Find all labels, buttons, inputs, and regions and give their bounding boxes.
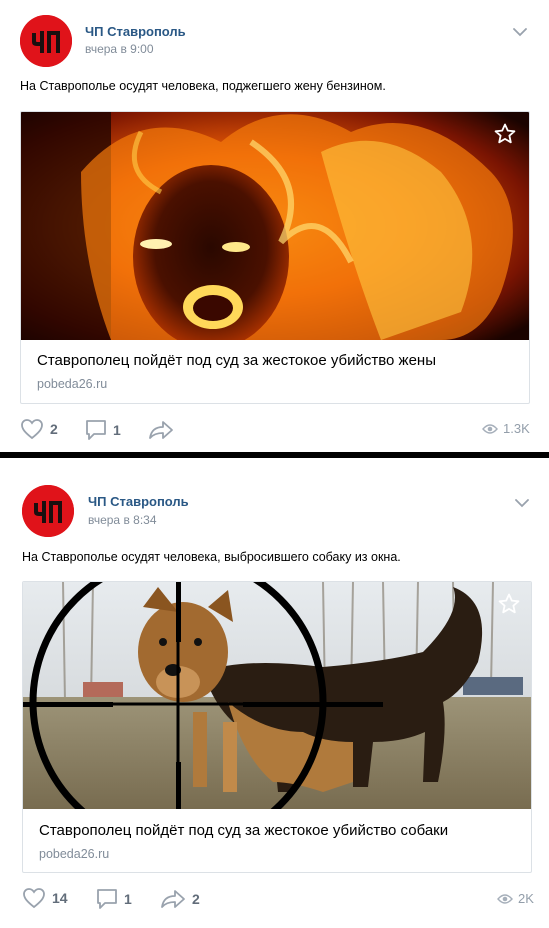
like-count: 14 <box>52 890 68 906</box>
post-author[interactable]: ЧП Ставрополь <box>85 24 186 39</box>
post-date[interactable]: вчера в 8:34 <box>88 513 157 527</box>
views-count: 2K <box>518 891 534 906</box>
link-snippet[interactable]: Ставрополец пойдёт под суд за жестокое у… <box>20 111 530 404</box>
heart-icon <box>21 419 43 440</box>
star-icon[interactable] <box>493 122 517 146</box>
comment-count: 1 <box>113 422 121 438</box>
chevron-down-icon[interactable] <box>515 498 529 508</box>
post-1: ЧП Ставрополь вчера в 9:00 На Ставрополь… <box>0 0 549 452</box>
comment-button[interactable]: 1 <box>96 888 132 910</box>
chevron-down-icon[interactable] <box>513 27 527 37</box>
like-button[interactable]: 14 <box>22 887 68 909</box>
snippet-domain[interactable]: pobeda26.ru <box>39 847 109 861</box>
community-avatar[interactable] <box>22 485 74 537</box>
eye-icon <box>482 423 498 434</box>
post-author[interactable]: ЧП Ставрополь <box>88 494 189 509</box>
views-count: 1.3K <box>503 421 530 436</box>
views-counter: 2K <box>497 891 534 906</box>
comment-count: 1 <box>124 891 132 907</box>
comment-button[interactable]: 1 <box>85 419 121 441</box>
star-icon[interactable] <box>497 592 521 616</box>
share-arrow-icon <box>149 421 173 439</box>
share-button[interactable]: 2 <box>160 888 200 910</box>
eye-icon <box>497 893 513 904</box>
community-logo <box>20 15 72 67</box>
community-logo <box>22 485 74 537</box>
comment-icon <box>86 420 106 440</box>
share-arrow-icon <box>161 890 185 908</box>
link-snippet[interactable]: Ставрополец пойдёт под суд за жестокое у… <box>22 581 532 873</box>
post-text: На Ставрополье осудят человека, поджегше… <box>20 79 386 93</box>
heart-icon <box>23 888 45 909</box>
post-date[interactable]: вчера в 9:00 <box>85 42 154 56</box>
snippet-image-dog-crosshair[interactable] <box>23 582 531 809</box>
share-button[interactable] <box>148 419 180 441</box>
comment-icon <box>97 889 117 909</box>
share-count: 2 <box>192 891 200 907</box>
like-button[interactable]: 2 <box>20 418 58 440</box>
snippet-title[interactable]: Ставрополец пойдёт под суд за жестокое у… <box>37 352 436 369</box>
snippet-domain[interactable]: pobeda26.ru <box>37 377 107 391</box>
post-2: ЧП Ставрополь вчера в 8:34 На Ставрополь… <box>0 458 549 928</box>
post-text: На Ставрополье осудят человека, выбросив… <box>22 550 401 564</box>
like-count: 2 <box>50 421 58 437</box>
views-counter: 1.3K <box>482 421 530 436</box>
community-avatar[interactable] <box>20 15 72 67</box>
snippet-title[interactable]: Ставрополец пойдёт под суд за жестокое у… <box>39 822 448 839</box>
snippet-image-fire-face[interactable] <box>21 112 529 340</box>
